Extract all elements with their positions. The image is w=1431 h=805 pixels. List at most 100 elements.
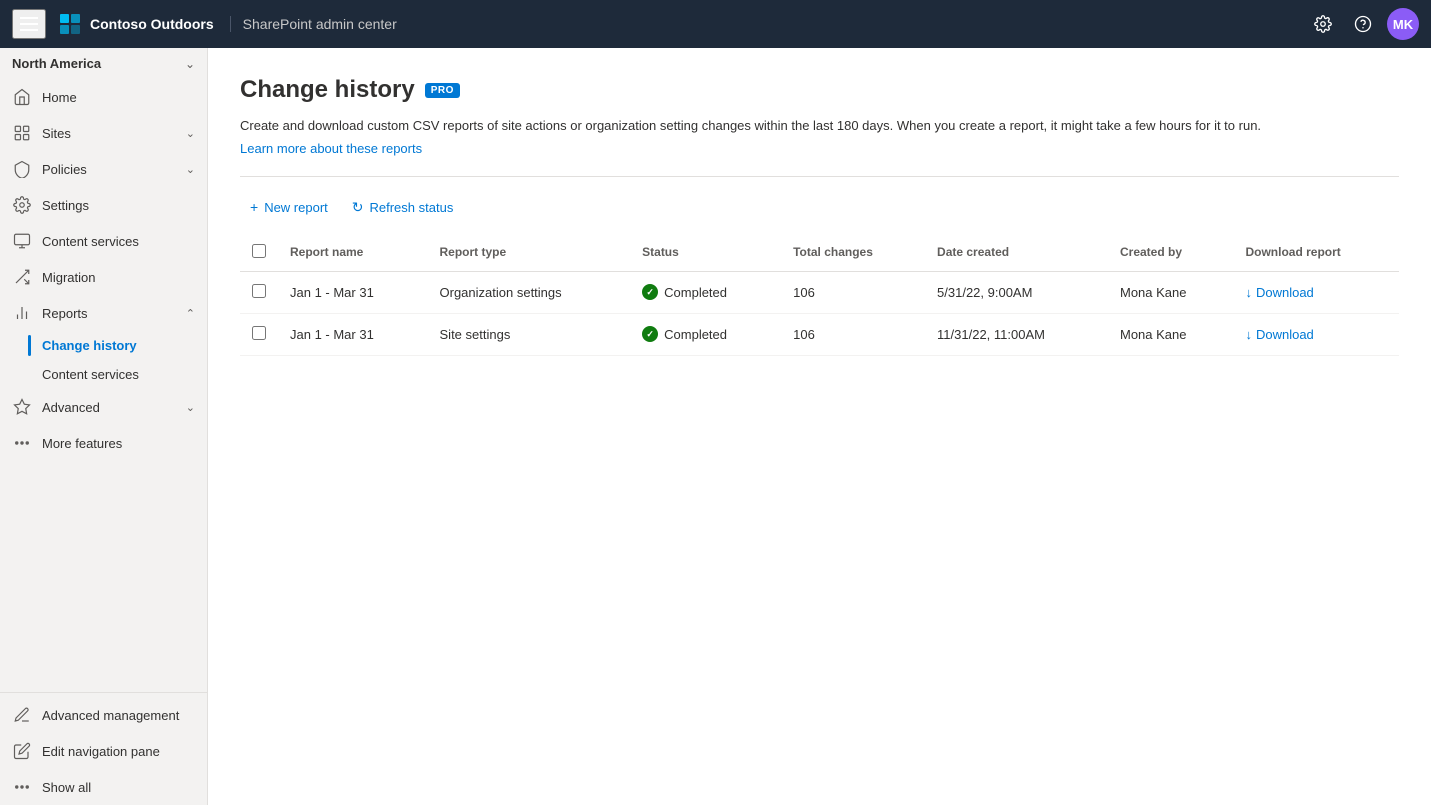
migration-label: Migration: [42, 270, 195, 285]
download-icon: ↓: [1245, 285, 1252, 300]
page-title: Change history: [240, 76, 415, 104]
col-date-created: Date created: [925, 234, 1108, 272]
app-logo: Contoso Outdoors: [58, 12, 214, 36]
gear-icon: [1314, 15, 1332, 33]
download-label: Download: [1256, 285, 1314, 300]
topbar-actions: MK: [1307, 8, 1419, 40]
toolbar: + New report ↻ Refresh status: [240, 176, 1399, 234]
col-total-changes: Total changes: [781, 234, 925, 272]
sidebar-subitem-content-services[interactable]: Content services: [0, 360, 207, 389]
sites-icon: [12, 123, 32, 143]
refresh-status-button[interactable]: ↻ Refresh status: [342, 193, 464, 222]
region-chevron-icon: ⌄: [185, 57, 195, 71]
cell-created-by: Mona Kane: [1108, 313, 1233, 355]
migration-icon: [12, 267, 32, 287]
page-description: Create and download custom CSV reports o…: [240, 116, 1399, 136]
download-label: Download: [1256, 327, 1314, 342]
help-icon: [1354, 15, 1372, 33]
cell-date-created: 5/31/22, 9:00AM: [925, 271, 1108, 313]
col-report-type: Report type: [428, 234, 631, 272]
region-selector[interactable]: North America ⌄: [0, 48, 207, 79]
sidebar-item-reports[interactable]: Reports ⌃: [0, 295, 207, 331]
home-icon: [12, 87, 32, 107]
col-created-by: Created by: [1108, 234, 1233, 272]
change-history-label: Change history: [42, 338, 137, 353]
advanced-icon: [12, 397, 32, 417]
advanced-chevron-icon: ⌄: [186, 401, 195, 414]
table-row: Jan 1 - Mar 31 Organization settings Com…: [240, 271, 1399, 313]
cell-total-changes: 106: [781, 313, 925, 355]
row-checkbox-cell: [240, 271, 278, 313]
more-features-icon: [12, 433, 32, 453]
cell-status: Completed: [630, 313, 781, 355]
settings-button[interactable]: [1307, 8, 1339, 40]
sidebar: North America ⌄ Home: [0, 48, 208, 805]
more-features-label: More features: [42, 436, 195, 451]
cell-report-name: Jan 1 - Mar 31: [278, 313, 428, 355]
content-services-sub-label: Content services: [42, 367, 139, 382]
plus-icon: +: [250, 199, 258, 215]
hamburger-button[interactable]: [12, 9, 46, 39]
sidebar-item-home[interactable]: Home: [0, 79, 207, 115]
refresh-status-label: Refresh status: [370, 200, 454, 215]
cell-date-created: 11/31/22, 11:00AM: [925, 313, 1108, 355]
main-content: Change history PRO Create and download c…: [208, 48, 1431, 805]
cell-download: ↓ Download: [1233, 313, 1399, 355]
sidebar-item-more-features[interactable]: More features: [0, 425, 207, 461]
new-report-button[interactable]: + New report: [240, 193, 338, 221]
cell-status: Completed: [630, 271, 781, 313]
row-checkbox-0[interactable]: [252, 284, 266, 298]
status-text: Completed: [664, 285, 727, 300]
download-link-0[interactable]: ↓ Download: [1245, 285, 1387, 300]
content-services-label: Content services: [42, 234, 195, 249]
contoso-logo-icon: [58, 12, 82, 36]
col-status: Status: [630, 234, 781, 272]
learn-more-link[interactable]: Learn more about these reports: [240, 141, 422, 156]
page-header: Change history PRO: [240, 76, 1399, 104]
row-checkbox-1[interactable]: [252, 326, 266, 340]
sidebar-item-content-services[interactable]: Content services: [0, 223, 207, 259]
table-header-row: Report name Report type Status Total cha…: [240, 234, 1399, 272]
sidebar-item-advanced-management[interactable]: Advanced management: [0, 697, 207, 733]
sidebar-subitem-change-history[interactable]: Change history: [0, 331, 207, 360]
status-completed-icon: [642, 326, 658, 342]
sites-chevron-icon: ⌄: [186, 127, 195, 140]
sidebar-item-migration[interactable]: Migration: [0, 259, 207, 295]
sidebar-item-advanced[interactable]: Advanced ⌄: [0, 389, 207, 425]
topbar: Contoso Outdoors SharePoint admin center…: [0, 0, 1431, 48]
sidebar-item-sites[interactable]: Sites ⌄: [0, 115, 207, 151]
refresh-icon: ↻: [352, 199, 364, 216]
status-completed-icon: [642, 284, 658, 300]
row-checkbox-cell: [240, 313, 278, 355]
sidebar-item-settings[interactable]: Settings: [0, 187, 207, 223]
reports-label: Reports: [42, 306, 176, 321]
col-report-name: Report name: [278, 234, 428, 272]
sidebar-item-edit-navigation[interactable]: Edit navigation pane: [0, 733, 207, 769]
content-services-icon: [12, 231, 32, 251]
sites-label: Sites: [42, 126, 176, 141]
cell-report-name: Jan 1 - Mar 31: [278, 271, 428, 313]
home-label: Home: [42, 90, 195, 105]
download-link-1[interactable]: ↓ Download: [1245, 327, 1387, 342]
reports-icon: [12, 303, 32, 323]
policies-chevron-icon: ⌄: [186, 163, 195, 176]
sidebar-item-show-all[interactable]: Show all: [0, 769, 207, 805]
header-checkbox-col: [240, 234, 278, 272]
cell-total-changes: 106: [781, 271, 925, 313]
col-download-report: Download report: [1233, 234, 1399, 272]
show-all-icon: [12, 777, 32, 797]
reports-chevron-icon: ⌃: [186, 307, 195, 320]
sidebar-item-policies[interactable]: Policies ⌄: [0, 151, 207, 187]
advanced-management-label: Advanced management: [42, 708, 195, 723]
new-report-label: New report: [264, 200, 328, 215]
app-name: SharePoint admin center: [230, 16, 397, 32]
avatar[interactable]: MK: [1387, 8, 1419, 40]
select-all-checkbox[interactable]: [252, 244, 266, 258]
edit-navigation-label: Edit navigation pane: [42, 744, 195, 759]
reports-table: Report name Report type Status Total cha…: [240, 234, 1399, 356]
settings-nav-icon: [12, 195, 32, 215]
table-row: Jan 1 - Mar 31 Site settings Completed 1…: [240, 313, 1399, 355]
help-button[interactable]: [1347, 8, 1379, 40]
status-text: Completed: [664, 327, 727, 342]
cell-report-type: Site settings: [428, 313, 631, 355]
